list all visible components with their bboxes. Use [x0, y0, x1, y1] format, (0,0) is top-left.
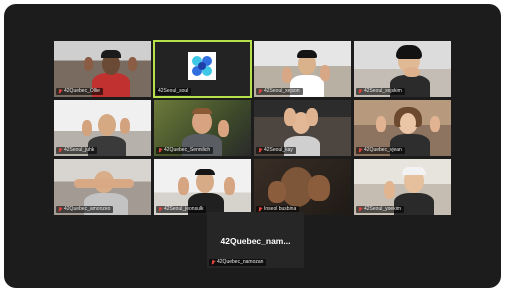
participant-name-tag: 42Seoul_sejskim — [356, 88, 405, 95]
participant-name-tag: 42Seoul_soul — [156, 88, 192, 95]
participant-name-tag: 42Seoul_jeonsulk — [156, 206, 207, 213]
mic-off-icon — [58, 207, 62, 212]
participant-name: 42Seoul_soul — [158, 88, 189, 94]
mic-off-icon — [358, 89, 362, 94]
participant-name-tag: 42Seoul_kay — [256, 147, 296, 154]
mic-off-icon — [58, 89, 62, 94]
video-tile[interactable]: 42Seoul_juhk — [54, 100, 151, 156]
mic-off-icon — [258, 148, 262, 153]
participant-name: 42Seoul_yoekim — [364, 206, 401, 212]
participant-name-tag: 42Seoul_yoekim — [356, 206, 404, 213]
participant-name: 42Seoul_sejskim — [364, 88, 402, 94]
participant-name: 42Seoul_juhk — [64, 147, 95, 153]
participant-display-name: 42Quebec_nam... — [220, 236, 291, 246]
video-tile[interactable]: 42Quebec_amonzeo — [54, 159, 151, 215]
mic-off-icon — [358, 207, 362, 212]
participant-name: 42Seoul_kay — [264, 147, 293, 153]
participant-name-tag: 42Quebec_namozan — [209, 259, 267, 266]
video-tile[interactable]: 42Seoul_yoekim — [354, 159, 451, 215]
video-tile[interactable]: Inseol busbina — [254, 159, 351, 215]
participant-name: 42Quebec_Ollie — [64, 88, 100, 94]
meeting-window: 42Quebec_Ollie 42Seoul_soul 42Seoul_xejs… — [4, 4, 501, 288]
participant-name: 42Quebec_amonzeo — [64, 206, 111, 212]
participant-name-tag: 42Quebec_Ollie — [56, 88, 103, 95]
participant-name: 42Seoul_jeonsulk — [164, 206, 204, 212]
video-tile[interactable]: 42Quebec_vjean — [354, 100, 451, 156]
video-tile[interactable]: 42Seoul_xejson — [254, 41, 351, 97]
participant-name-tag: 42Seoul_juhk — [56, 147, 98, 154]
video-tile[interactable]: 42Seoul_sejskim — [354, 41, 451, 97]
participant-name: 42Seoul_xejson — [264, 88, 300, 94]
video-tile[interactable]: 42Quebec_Sennilich — [154, 100, 251, 156]
video-tile[interactable]: 42Seoul_jeonsulk — [154, 159, 251, 215]
42-seoul-logo — [188, 52, 216, 80]
video-tile-active-speaker[interactable]: 42Seoul_soul — [153, 40, 252, 98]
participant-name-tag: 42Quebec_Sennilich — [156, 147, 214, 154]
video-tile[interactable]: 42Seoul_kay — [254, 100, 351, 156]
participant-name: 42Quebec_namozan — [217, 259, 264, 265]
mic-off-icon — [158, 207, 162, 212]
participant-name-tag: 42Quebec_amonzeo — [56, 206, 114, 213]
participant-name: 42Quebec_Sennilich — [164, 147, 211, 153]
video-tile[interactable]: 42Quebec_Ollie — [54, 41, 151, 97]
participant-name: 42Quebec_vjean — [364, 147, 402, 153]
mic-off-icon — [211, 260, 215, 265]
mic-off-icon — [358, 148, 362, 153]
participant-name-tag: 42Quebec_vjean — [356, 147, 405, 154]
participant-name-tag: 42Seoul_xejson — [256, 88, 303, 95]
mic-off-icon — [158, 148, 162, 153]
gallery-grid: 42Quebec_Ollie 42Seoul_soul 42Seoul_xejs… — [54, 40, 451, 215]
mic-off-icon — [58, 148, 62, 153]
video-tile-camera-off[interactable]: 42Quebec_nam... 42Quebec_namozan — [207, 212, 304, 268]
mic-off-icon — [258, 89, 262, 94]
